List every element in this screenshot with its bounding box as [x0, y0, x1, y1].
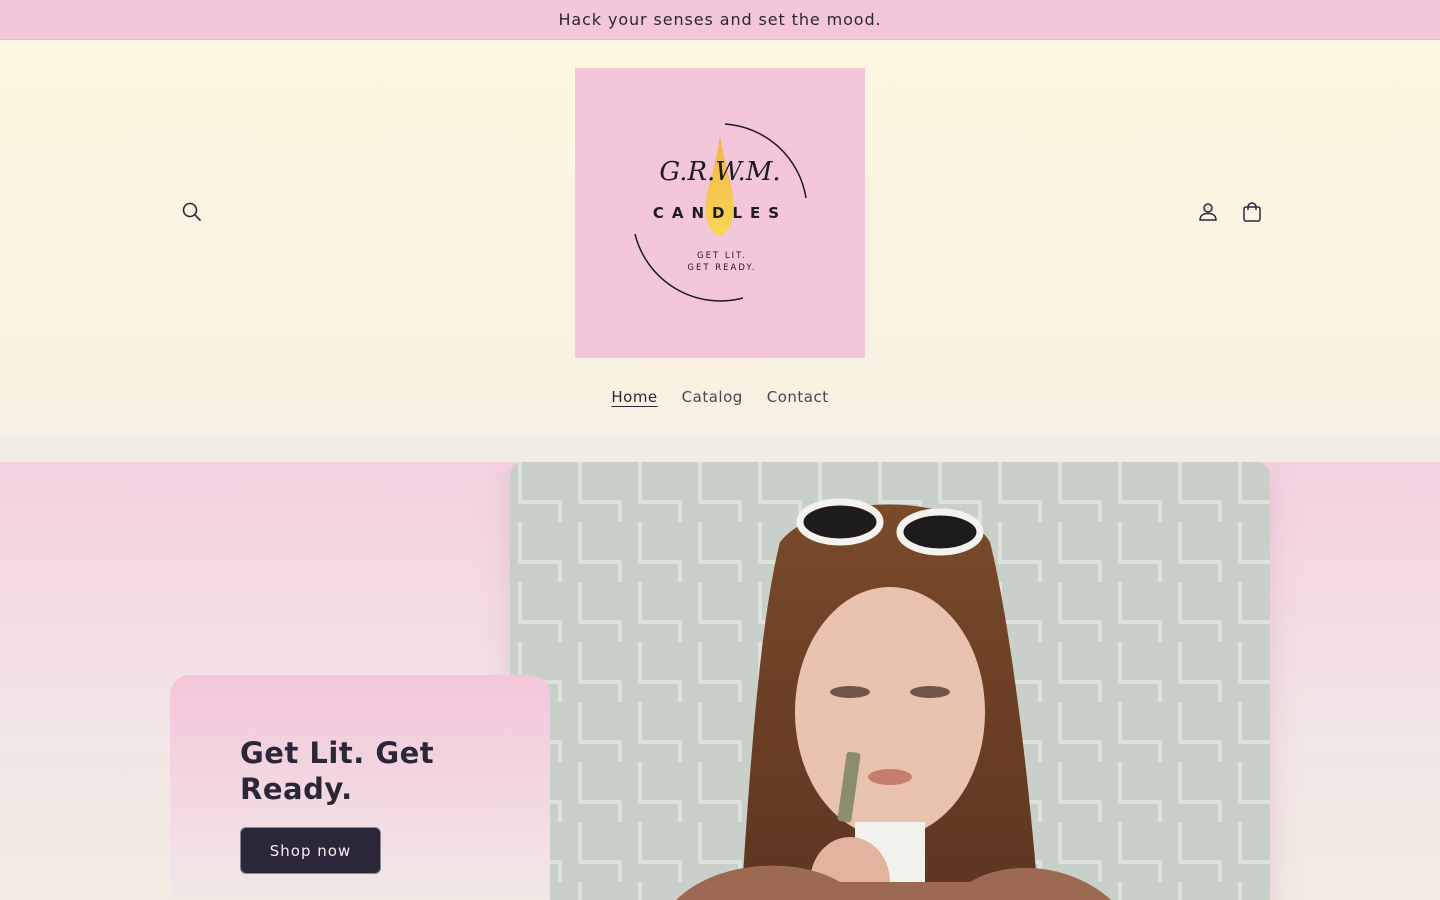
- announcement-text: Hack your senses and set the mood.: [558, 10, 882, 29]
- account-button[interactable]: [1186, 190, 1230, 234]
- hero-card: Get Lit. Get Ready. Shop now: [170, 675, 550, 900]
- header-divider: [0, 438, 1440, 462]
- cart-icon: [1243, 202, 1261, 222]
- logo-tagline-2: GET READY.: [687, 263, 756, 273]
- site-header: G.R.W.M. CANDLES GET LIT. GET READY. Hom…: [0, 40, 1440, 438]
- hero-banner: Get Lit. Get Ready. Shop now: [0, 462, 1440, 900]
- account-icon: [1199, 203, 1217, 221]
- nav-item-home[interactable]: Home: [599, 384, 669, 412]
- logo-tagline-1: GET LIT.: [697, 251, 747, 261]
- main-nav: Home Catalog Contact: [0, 384, 1440, 412]
- search-button[interactable]: [170, 190, 214, 234]
- shop-now-button[interactable]: Shop now: [240, 827, 381, 874]
- search-icon: [182, 202, 202, 222]
- hero-heading: Get Lit. Get Ready.: [240, 736, 435, 806]
- hero-image: [510, 462, 1270, 900]
- logo-brand-text: G.R.W.M.: [659, 157, 780, 187]
- cart-button[interactable]: [1230, 190, 1274, 234]
- nav-item-catalog[interactable]: Catalog: [670, 384, 755, 412]
- brand-logo[interactable]: G.R.W.M. CANDLES GET LIT. GET READY.: [575, 68, 865, 358]
- announcement-bar: Hack your senses and set the mood.: [0, 0, 1440, 40]
- nav-item-contact[interactable]: Contact: [755, 384, 841, 412]
- logo-wordmark: CANDLES: [653, 204, 787, 222]
